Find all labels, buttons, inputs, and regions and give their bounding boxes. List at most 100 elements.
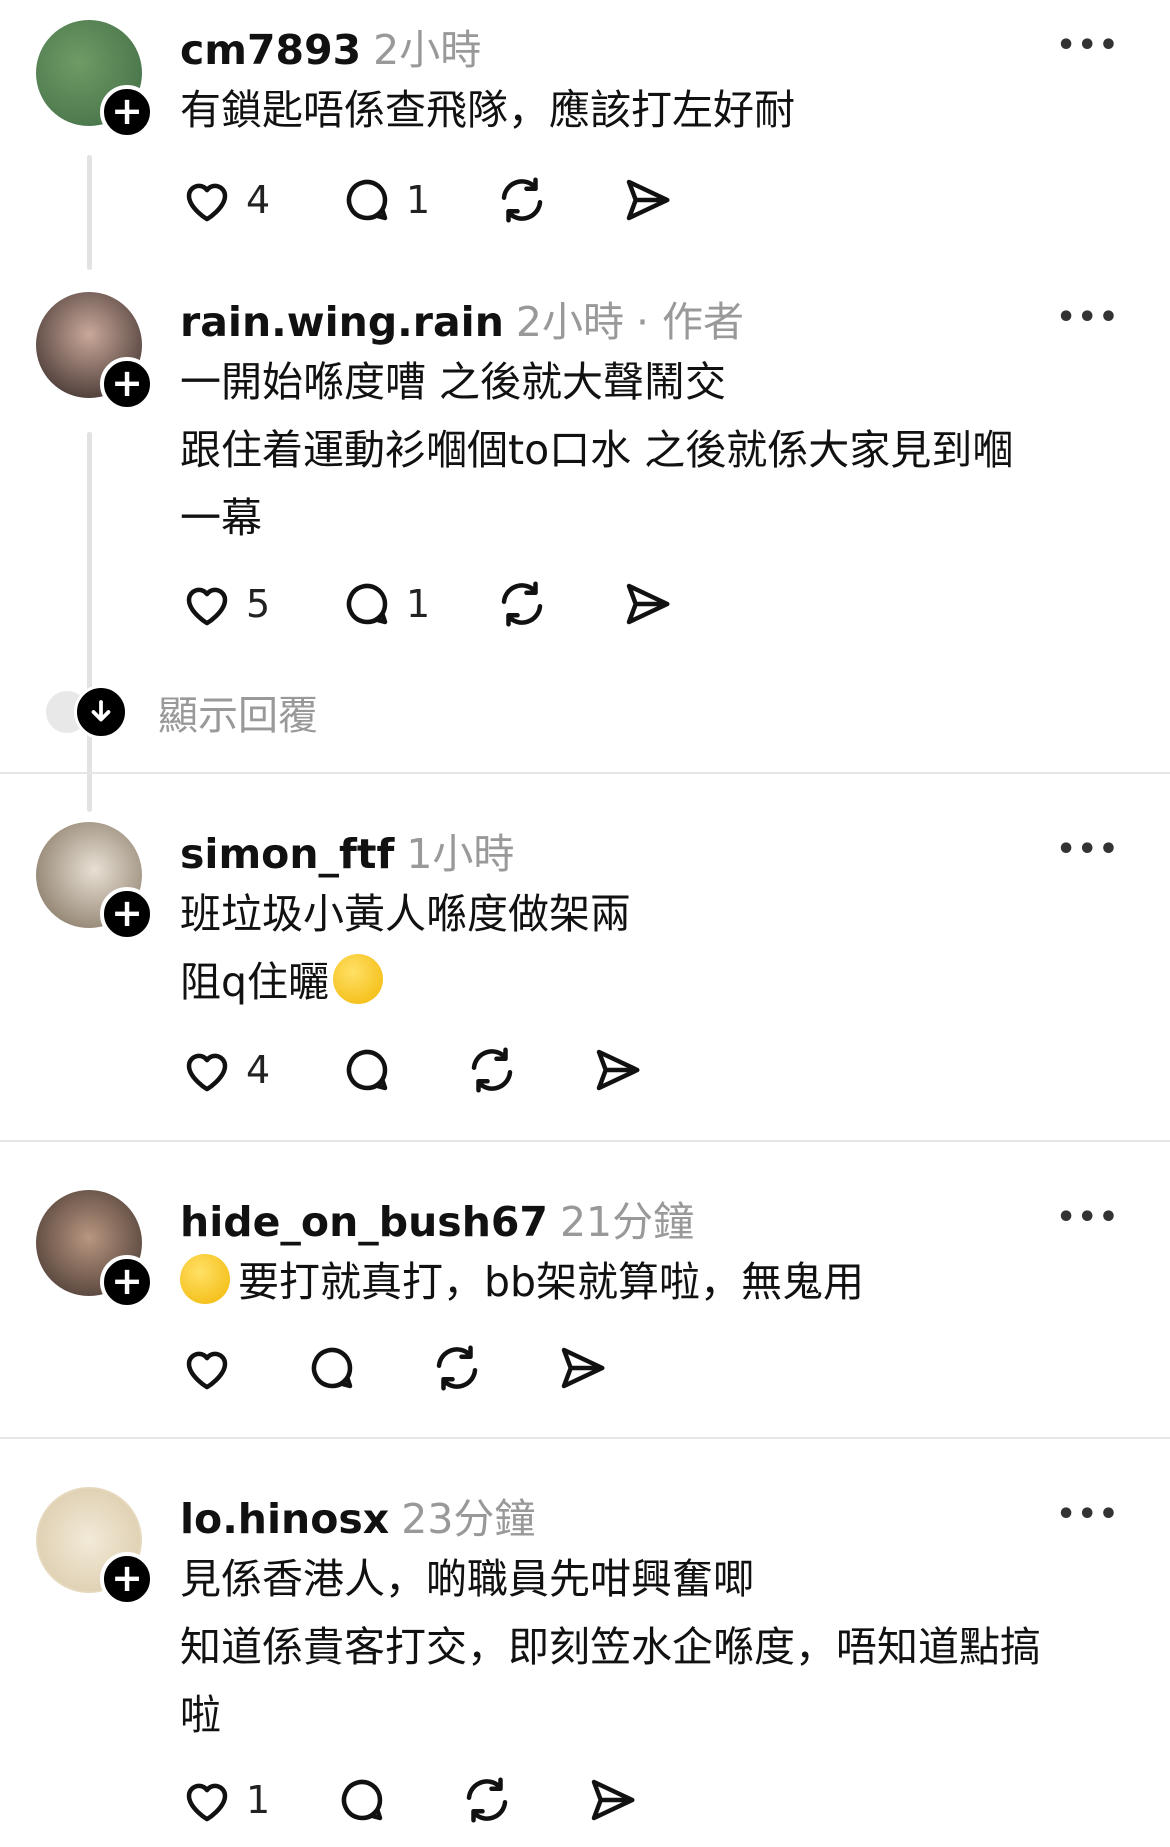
arrow-down-icon <box>74 685 128 739</box>
like-count: 4 <box>246 178 271 222</box>
comment-icon <box>346 583 388 625</box>
reply-button[interactable]: 1 <box>340 574 495 634</box>
repost-icon <box>436 1345 478 1391</box>
heart-icon <box>186 183 228 222</box>
heart-icon <box>186 1053 228 1092</box>
repost-button[interactable] <box>495 574 620 634</box>
post-line-with-emoji: 要打就真打，bb架就算啦，無鬼用 <box>180 1248 1120 1316</box>
follow-plus-icon[interactable]: + <box>100 1552 154 1606</box>
action-bar: 1 <box>180 1770 639 1830</box>
comment-icon <box>346 179 388 221</box>
reply-button[interactable] <box>335 1770 460 1830</box>
post-line: 知道係貴客打交，即刻笠水企喺度，唔知道點搞 <box>180 1623 1041 1671</box>
divider <box>0 1437 1170 1439</box>
like-button[interactable]: 4 <box>180 1040 340 1100</box>
comment-icon <box>341 1779 383 1821</box>
more-options-icon[interactable]: ••• <box>1056 1200 1120 1235</box>
post-text: 班垃圾小黃人喺度做架兩 阻q住曬 <box>180 880 1120 1016</box>
repost-button[interactable] <box>465 1040 590 1100</box>
comment-icon <box>346 1049 388 1091</box>
post-line: 要打就真打，bb架就算啦，無鬼用 <box>238 1258 865 1306</box>
post-header: cm7893 2小時 <box>180 16 481 76</box>
post-line: 阻q住曬 <box>180 958 330 1006</box>
reply-button[interactable] <box>305 1338 430 1398</box>
share-button[interactable] <box>620 170 674 230</box>
post-line: 見係香港人，啲職員先咁興奮唧 <box>180 1555 754 1603</box>
timestamp: 23分鐘 <box>401 1495 536 1543</box>
share-button[interactable] <box>555 1338 609 1398</box>
post-line-with-emoji: 阻q住曬 <box>180 948 1120 1016</box>
more-options-icon[interactable]: ••• <box>1056 28 1120 63</box>
timestamp: 2小時 <box>373 26 482 74</box>
reply-count: 1 <box>406 178 431 222</box>
reply-button[interactable] <box>340 1040 465 1100</box>
repost-icon <box>501 581 543 627</box>
post-line: 一開始喺度嘈 之後就大聲鬧交 <box>180 358 727 406</box>
post-text: 有鎖匙唔係查飛隊，應該打左好耐 <box>180 76 1120 144</box>
repost-icon <box>501 177 543 223</box>
follow-plus-icon[interactable]: + <box>100 1255 154 1309</box>
like-count: 1 <box>246 1778 271 1822</box>
follow-plus-icon[interactable]: + <box>100 85 154 139</box>
like-button[interactable]: 5 <box>180 574 340 634</box>
more-options-icon[interactable]: ••• <box>1056 832 1120 867</box>
post-header: hide_on_bush67 21分鐘 <box>180 1188 694 1248</box>
post-line: 有鎖匙唔係查飛隊，應該打左好耐 <box>180 86 795 134</box>
post-line: 班垃圾小黃人喺度做架兩 <box>180 890 631 938</box>
post-header: rain.wing.rain 2小時 · 作者 <box>180 288 744 348</box>
share-button[interactable] <box>585 1770 639 1830</box>
send-icon <box>561 1347 605 1389</box>
action-bar <box>180 1338 609 1398</box>
username[interactable]: cm7893 <box>180 26 361 74</box>
username[interactable]: hide_on_bush67 <box>180 1198 548 1246</box>
heart-icon <box>186 1783 228 1822</box>
post-line: 一幕 <box>180 494 262 542</box>
post-line: 跟住着運動衫嗰個to口水 之後就係大家見到嗰 <box>180 426 1014 474</box>
send-icon <box>626 179 670 221</box>
thread-line <box>87 155 92 270</box>
more-options-icon[interactable]: ••• <box>1056 1497 1120 1532</box>
show-replies-link[interactable]: 顯示回覆 <box>44 683 318 741</box>
username[interactable]: simon_ftf <box>180 830 394 878</box>
repost-button[interactable] <box>430 1338 555 1398</box>
more-options-icon[interactable]: ••• <box>1056 300 1120 335</box>
post-text: 一開始喺度嘈 之後就大聲鬧交 跟住着運動衫嗰個to口水 之後就係大家見到嗰 一幕 <box>180 348 1120 552</box>
like-count: 4 <box>246 1048 271 1092</box>
action-bar: 4 1 <box>180 170 674 230</box>
like-count: 5 <box>246 582 271 626</box>
like-button[interactable] <box>180 1338 305 1398</box>
send-icon <box>591 1779 635 1821</box>
follow-plus-icon[interactable]: + <box>100 357 154 411</box>
send-icon <box>596 1049 640 1091</box>
sneezing-face-emoji <box>333 954 384 1004</box>
post-header: simon_ftf 1小時 <box>180 820 514 880</box>
timestamp: 2小時 <box>515 298 624 346</box>
thread-line <box>87 432 92 812</box>
repost-button[interactable] <box>460 1770 585 1830</box>
post-header: lo.hinosx 23分鐘 <box>180 1485 535 1545</box>
show-replies-label: 顯示回覆 <box>158 693 318 739</box>
like-button[interactable]: 1 <box>180 1770 335 1830</box>
post-text: 見係香港人，啲職員先咁興奮唧 知道係貴客打交，即刻笠水企喺度，唔知道點搞 啦 <box>180 1545 1120 1749</box>
timestamp: 1小時 <box>406 830 515 878</box>
share-button[interactable] <box>590 1040 644 1100</box>
reply-button[interactable]: 1 <box>340 170 495 230</box>
author-badge: · 作者 <box>635 298 745 346</box>
send-icon <box>626 583 670 625</box>
action-bar: 4 <box>180 1040 644 1100</box>
username[interactable]: rain.wing.rain <box>180 298 504 346</box>
reply-count: 1 <box>406 582 431 626</box>
action-bar: 5 1 <box>180 574 674 634</box>
heart-icon <box>186 587 228 626</box>
repost-icon <box>471 1047 513 1093</box>
follow-plus-icon[interactable]: + <box>100 887 154 941</box>
grinning-squinting-face-emoji <box>180 1254 230 1304</box>
repost-icon <box>466 1777 508 1823</box>
repost-button[interactable] <box>495 170 620 230</box>
share-button[interactable] <box>620 574 674 634</box>
like-button[interactable]: 4 <box>180 170 340 230</box>
heart-icon <box>186 1351 228 1390</box>
divider <box>0 1140 1170 1142</box>
username[interactable]: lo.hinosx <box>180 1495 389 1543</box>
post-text: 要打就真打，bb架就算啦，無鬼用 <box>180 1248 1120 1316</box>
